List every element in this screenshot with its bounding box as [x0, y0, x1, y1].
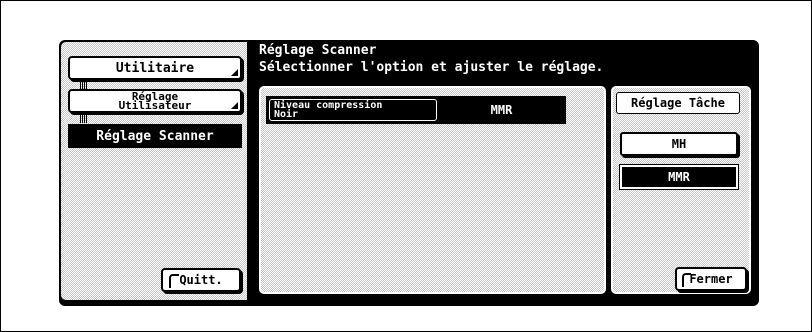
task-settings-panel [611, 86, 751, 294]
setting-row-compression[interactable]: Niveau compression Noir MMR [266, 96, 566, 124]
sidebar-item-label-line2: Utilisateur [118, 99, 192, 112]
close-label: Fermer [689, 272, 733, 286]
option-mh-button[interactable]: MH [620, 132, 738, 156]
setting-label: Niveau compression Noir [269, 99, 437, 121]
page-title: Réglage Scanner [259, 43, 377, 58]
task-settings-title: Réglage Tâche [616, 92, 740, 114]
sidebar-item-reglage-utilisateur[interactable]: Réglage Utilisateur [68, 89, 242, 113]
quit-label: Quitt. [179, 273, 223, 287]
sidebar-item-label: Réglage Scanner [96, 128, 214, 144]
sidebar [61, 42, 247, 300]
option-mmr-button[interactable]: MMR [619, 164, 739, 190]
sidebar-item-label: Utilitaire [115, 60, 195, 76]
page-instructions: Sélectionner l'option et ajuster le régl… [259, 60, 604, 75]
menu-connector [80, 81, 88, 89]
sidebar-item-reglage-scanner[interactable]: Réglage Scanner [68, 124, 242, 148]
setting-label-line2: Noir [274, 109, 299, 120]
corner-indicator-icon [231, 102, 238, 109]
quit-button[interactable]: Quitt. [161, 268, 241, 292]
setting-value: MMR [490, 103, 513, 117]
menu-connector [80, 115, 88, 123]
close-button[interactable]: Fermer [675, 267, 747, 291]
sidebar-item-utilitaire[interactable]: Utilitaire [68, 56, 242, 80]
corner-indicator-icon [231, 69, 238, 76]
